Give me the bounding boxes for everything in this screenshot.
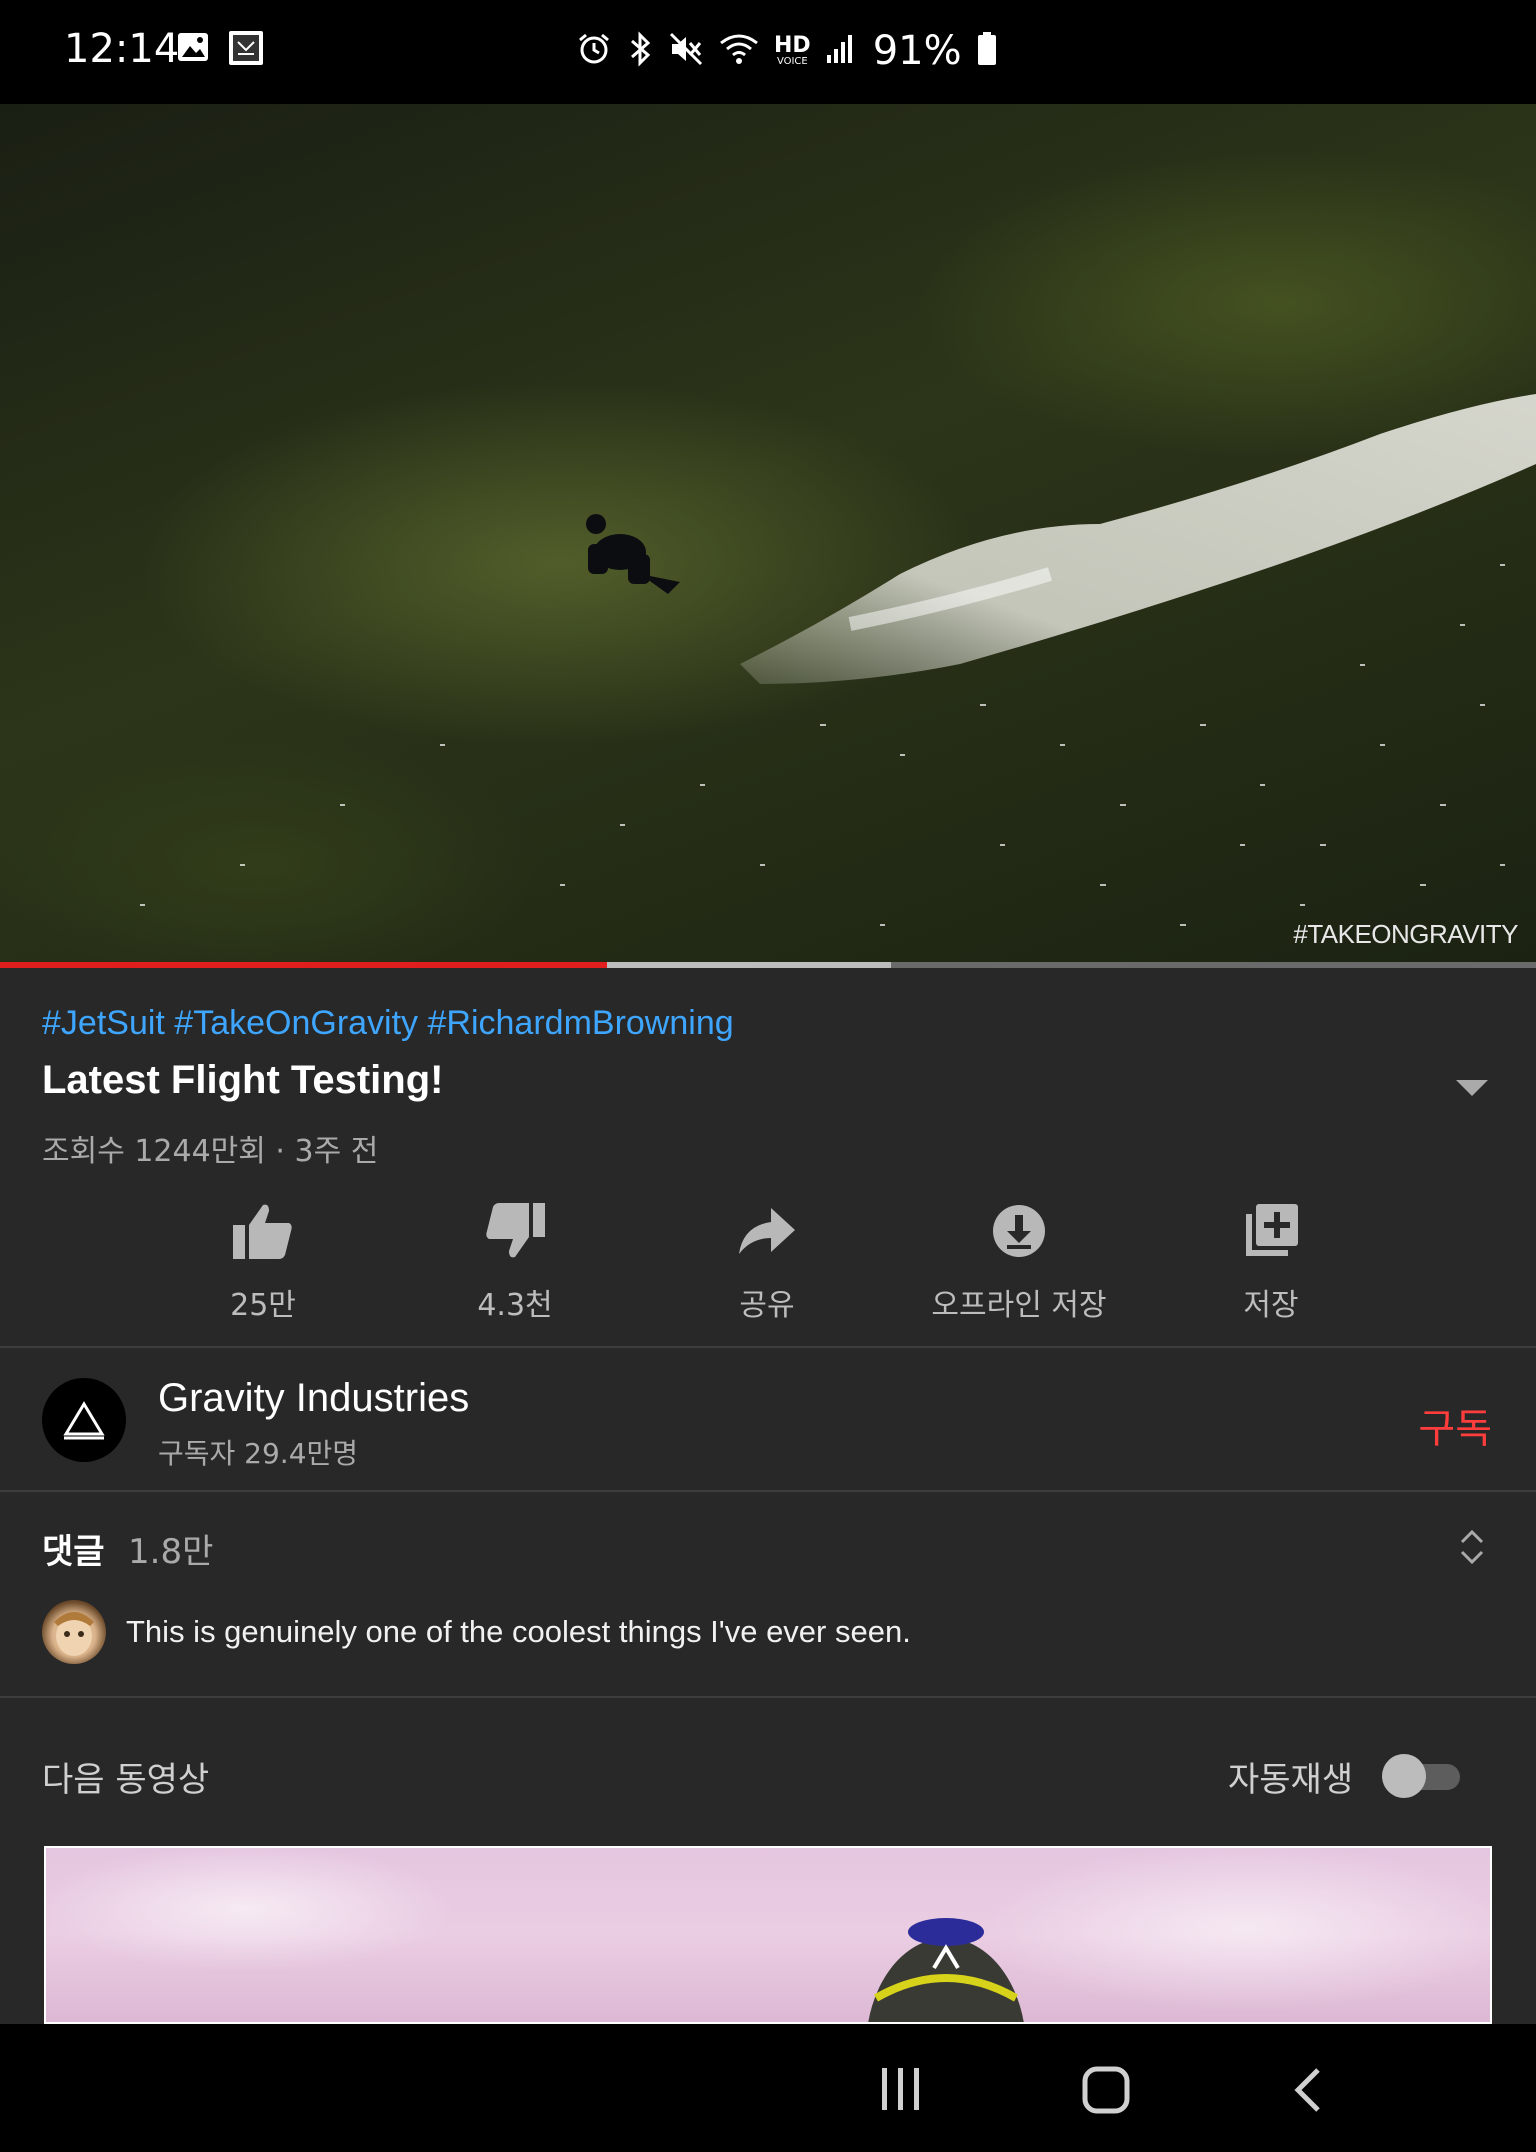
channel-subscriber-count: 구독자 29.4만명 [158, 1437, 359, 1470]
video-title[interactable]: Latest Flight Testing! [42, 1058, 443, 1103]
download-button[interactable]: 오프라인 저장 [919, 1196, 1119, 1324]
divider [0, 1490, 1536, 1492]
add-to-playlist-icon [1171, 1196, 1371, 1266]
up-next-label: 다음 동영상 [42, 1760, 210, 1800]
channel-name[interactable]: Gravity Industries [158, 1376, 469, 1421]
comments-heading[interactable]: 댓글 [42, 1524, 105, 1573]
image-icon [176, 30, 210, 70]
download-icon [919, 1196, 1119, 1266]
save-to-playlist-button[interactable]: 저장 [1171, 1196, 1371, 1324]
system-nav-bar [0, 2024, 1536, 2152]
action-row: 25만 4.3천 공유 오프라인 저장 저장 [0, 1196, 1536, 1326]
wifi-icon [718, 31, 760, 71]
toggle-knob [1382, 1754, 1426, 1798]
thumbs-up-icon [163, 1196, 363, 1266]
recent-apps-icon[interactable] [878, 2066, 924, 2116]
share-icon [667, 1196, 867, 1266]
video-frame [140, 394, 1536, 926]
signal-icon [825, 33, 855, 69]
autoplay-toggle[interactable] [1382, 1754, 1464, 1798]
video-hashtags[interactable]: #JetSuit #TakeOnGravity #RichardmBrownin… [42, 1004, 734, 1043]
alarm-icon [576, 31, 612, 71]
status-time: 12:14 [64, 26, 180, 72]
thumbnail-image [868, 1918, 1024, 2022]
chevron-down-icon[interactable] [1452, 1072, 1492, 1102]
top-comment-text[interactable]: This is genuinely one of the coolest thi… [126, 1614, 911, 1650]
battery-icon [976, 31, 998, 71]
video-player[interactable]: #TAKEONGRAVITY [0, 104, 1536, 968]
expand-collapse-icon[interactable] [1456, 1526, 1488, 1568]
subscribe-button[interactable]: 구독 [1418, 1396, 1492, 1454]
video-progress-bar[interactable] [0, 962, 1536, 968]
video-meta: 조회수 1244만회 · 3주 전 [42, 1134, 379, 1169]
comments-count: 1.8만 [128, 1532, 214, 1572]
gravity-logo-icon [63, 1401, 105, 1440]
battery-percent: 91% [872, 28, 962, 74]
video-watermark: #TAKEONGRAVITY [1293, 919, 1518, 949]
mute-icon [668, 31, 704, 71]
home-icon[interactable] [1082, 2066, 1130, 2118]
progress-played [0, 962, 607, 968]
share-button[interactable]: 공유 [667, 1196, 867, 1324]
dislike-button[interactable]: 4.3천 [415, 1196, 615, 1324]
like-button[interactable]: 25만 [163, 1196, 363, 1324]
jetsuit-pilot [586, 514, 680, 594]
back-icon[interactable] [1292, 2066, 1324, 2118]
commenter-avatar[interactable] [42, 1600, 106, 1664]
next-video-thumbnail[interactable] [44, 1846, 1492, 2024]
divider [0, 1696, 1536, 1698]
autoplay-label: 자동재생 [1228, 1760, 1354, 1800]
hd-voice-icon: HD VOICE [774, 33, 811, 67]
thumbs-down-icon [415, 1196, 615, 1266]
status-bar: 12:14 HD VOICE 91% [0, 0, 1536, 104]
divider [0, 1346, 1536, 1348]
bluetooth-icon [626, 31, 654, 71]
channel-avatar[interactable] [42, 1378, 126, 1462]
app-icon [228, 30, 264, 70]
